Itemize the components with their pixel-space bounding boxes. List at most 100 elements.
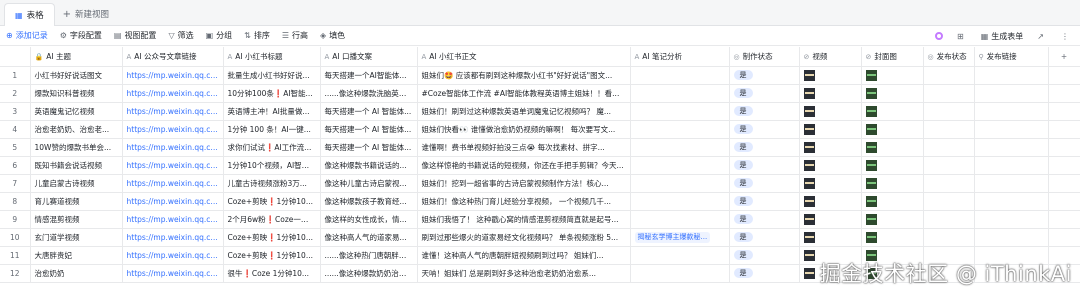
analysis-cell[interactable]: 揭秘玄学博主爆款秘...: [630, 228, 730, 247]
video-cell[interactable]: [799, 120, 862, 139]
cover-cell[interactable]: [861, 228, 924, 247]
link-cell[interactable]: https://mp.weixin.qq.co...: [122, 264, 224, 283]
empty-cell[interactable]: [1048, 228, 1080, 247]
column-header[interactable]: A AI 笔记分析: [630, 47, 730, 67]
script-cell[interactable]: 像这种爆款书籍说话的...: [320, 156, 418, 175]
empty-cell[interactable]: [1048, 84, 1080, 103]
title-cell[interactable]: Coze+剪映❗1分钟10...: [223, 228, 321, 247]
empty-cell[interactable]: [974, 192, 1049, 211]
link-cell[interactable]: https://mp.weixin.qq.co...: [122, 210, 224, 229]
analysis-cell[interactable]: [630, 156, 730, 175]
video-cell[interactable]: [799, 174, 862, 193]
table-row[interactable]: 10 玄门道学视频 https://mp.weixin.qq.co... Coze+剪…: [0, 228, 1080, 247]
row-number[interactable]: 3: [0, 102, 31, 121]
column-header[interactable]: ⊘ 封面图: [861, 47, 924, 67]
row-number[interactable]: 6: [0, 156, 31, 175]
column-header[interactable]: ◎ 制作状态: [729, 47, 800, 67]
script-cell[interactable]: 每天搭建一个 AI 智能体...: [320, 102, 418, 121]
body-cell[interactable]: 像这样惊艳的书籍说话的短视频，你还在手把手剪辑？今天...: [417, 156, 631, 175]
theme-cell[interactable]: 情感混剪视频: [30, 210, 123, 229]
title-cell[interactable]: 1分钟 100 条！AI一键...: [223, 120, 321, 139]
analysis-cell[interactable]: [630, 174, 730, 193]
analysis-cell[interactable]: [630, 66, 730, 85]
video-cell[interactable]: [799, 138, 862, 157]
status-cell[interactable]: 是: [729, 246, 800, 265]
row-number[interactable]: 7: [0, 174, 31, 193]
body-cell[interactable]: 姐妹们！挖到一超省事的古诗启蒙视频制作方法！核心...: [417, 174, 631, 193]
status-cell[interactable]: 是: [729, 228, 800, 247]
table-row[interactable]: 2 爆款知识科普视频 https://mp.weixin.qq.co... 10分钟1…: [0, 84, 1080, 103]
status-cell[interactable]: 是: [729, 102, 800, 121]
title-cell[interactable]: Coze+剪映❗1分钟10...: [223, 192, 321, 211]
video-thumbnail[interactable]: [803, 213, 815, 225]
empty-cell[interactable]: [923, 210, 975, 229]
analysis-cell[interactable]: [630, 210, 730, 229]
cover-thumbnail[interactable]: [865, 159, 877, 171]
fill-color-button[interactable]: ◈ 填色: [320, 30, 345, 41]
column-header[interactable]: A AI 公众号文章链接: [122, 47, 224, 67]
row-number[interactable]: 4: [0, 120, 31, 139]
row-number-header[interactable]: [0, 47, 31, 67]
sort-button[interactable]: ⇅ 排序: [244, 30, 270, 41]
video-cell[interactable]: [799, 102, 862, 121]
status-cell[interactable]: 是: [729, 264, 800, 283]
table-row[interactable]: 5 10W赞的爆款书单会... https://mp.weixin.qq.co...…: [0, 138, 1080, 157]
status-cell[interactable]: 是: [729, 84, 800, 103]
cover-cell[interactable]: [861, 192, 924, 211]
video-thumbnail[interactable]: [803, 105, 815, 117]
theme-cell[interactable]: 爆款知识科普视频: [30, 84, 123, 103]
video-cell[interactable]: [799, 210, 862, 229]
cover-thumbnail[interactable]: [865, 141, 877, 153]
generate-form-button[interactable]: ▦ 生成表单: [981, 31, 1024, 42]
empty-cell[interactable]: [1048, 138, 1080, 157]
theme-cell[interactable]: 英语魔鬼记忆视频: [30, 102, 123, 121]
row-number[interactable]: 1: [0, 66, 31, 85]
title-cell[interactable]: 10分钟100条❗AI智能...: [223, 84, 321, 103]
analysis-cell[interactable]: [630, 138, 730, 157]
script-cell[interactable]: ......像这种爆款洗脑英语...: [320, 84, 418, 103]
empty-cell[interactable]: [1048, 66, 1080, 85]
row-number[interactable]: 12: [0, 264, 31, 283]
link-cell[interactable]: https://mp.weixin.qq.co...: [122, 120, 224, 139]
status-cell[interactable]: 是: [729, 120, 800, 139]
script-cell[interactable]: 像这样的女性成长，情...: [320, 210, 418, 229]
empty-cell[interactable]: [1048, 192, 1080, 211]
video-thumbnail[interactable]: [803, 123, 815, 135]
body-cell[interactable]: 姐妹们🤩 应该都有刷到这种爆款小红书"好好说话"图文...: [417, 66, 631, 85]
share-button[interactable]: ⊞: [957, 32, 967, 41]
link-cell[interactable]: https://mp.weixin.qq.co...: [122, 246, 224, 265]
video-thumbnail[interactable]: [803, 267, 815, 279]
view-config-button[interactable]: ▤ 视图配置: [114, 30, 157, 41]
export-button[interactable]: ↗: [1037, 32, 1047, 41]
column-header[interactable]: 🔒 AI 主题: [30, 47, 123, 67]
video-thumbnail[interactable]: [803, 141, 815, 153]
empty-cell[interactable]: [1048, 156, 1080, 175]
video-thumbnail[interactable]: [803, 87, 815, 99]
script-cell[interactable]: 像这种高人气的道家易...: [320, 228, 418, 247]
title-cell[interactable]: 2个月6w粉❗Coze一分...: [223, 210, 321, 229]
empty-cell[interactable]: [923, 192, 975, 211]
video-thumbnail[interactable]: [803, 249, 815, 261]
video-thumbnail[interactable]: [803, 177, 815, 189]
link-cell[interactable]: https://mp.weixin.qq.co...: [122, 192, 224, 211]
body-cell[interactable]: 姐妹们我悟了！ 这种戳心窝的情感混剪视频简直就是起号...: [417, 210, 631, 229]
link-cell[interactable]: https://mp.weixin.qq.co...: [122, 174, 224, 193]
column-header[interactable]: A AI 小红书标题: [223, 47, 321, 67]
cover-cell[interactable]: [861, 120, 924, 139]
empty-cell[interactable]: [974, 210, 1049, 229]
video-cell[interactable]: [799, 192, 862, 211]
body-cell[interactable]: 刷到过那些爆火的道家易经文化视频吗？ 单条视频涨粉 5...: [417, 228, 631, 247]
column-header[interactable]: ⊘ 视频: [799, 47, 862, 67]
row-number[interactable]: 2: [0, 84, 31, 103]
theme-cell[interactable]: 儿童启蒙古诗视频: [30, 174, 123, 193]
theme-cell[interactable]: 治愈奶奶: [30, 264, 123, 283]
table-row[interactable]: 1 小红书好好说话图文 https://mp.weixin.qq.co... 批量生成…: [0, 66, 1080, 85]
column-header[interactable]: A AI 口播文案: [320, 47, 418, 67]
empty-cell[interactable]: [974, 138, 1049, 157]
column-header[interactable]: ⚲ 发布链接: [974, 47, 1049, 67]
add-column-button[interactable]: +: [1048, 47, 1080, 67]
analysis-cell[interactable]: [630, 102, 730, 121]
empty-cell[interactable]: [923, 174, 975, 193]
title-cell[interactable]: 英语博主冲！AI批量做...: [223, 102, 321, 121]
row-number[interactable]: 11: [0, 246, 31, 265]
